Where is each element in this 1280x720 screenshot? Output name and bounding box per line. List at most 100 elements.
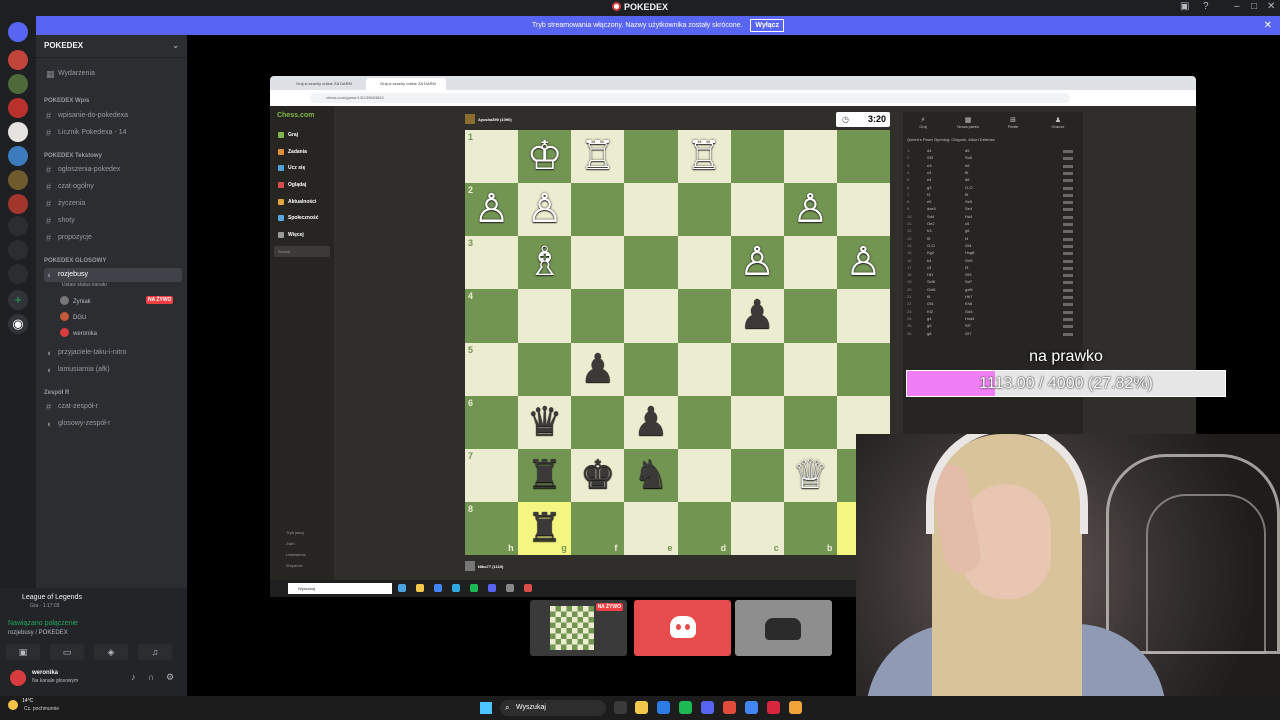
voice-channel[interactable]: ◖ przyjaciele-taku-i-nitro bbox=[44, 346, 182, 360]
white-move[interactable]: d4 bbox=[927, 148, 931, 153]
board-square[interactable] bbox=[783, 130, 837, 184]
voice-channel[interactable]: ◖ lamusiarnia (afk) bbox=[44, 363, 182, 377]
nav-watch[interactable]: Oglądaj bbox=[278, 182, 306, 188]
white-move[interactable]: e5 bbox=[927, 199, 931, 204]
move-row[interactable]: 13. f5 f4 bbox=[907, 236, 1079, 243]
voice-channel[interactable]: ◖ glosowy-zespół-r bbox=[44, 417, 182, 431]
board-square[interactable] bbox=[571, 183, 625, 237]
server-icon[interactable] bbox=[8, 74, 28, 94]
server-icon[interactable] bbox=[8, 194, 28, 214]
white-move[interactable]: Ge2 bbox=[927, 221, 935, 226]
stream-preview-discord[interactable] bbox=[634, 600, 731, 656]
white-move[interactable]: O-O bbox=[927, 243, 935, 248]
weather-widget[interactable]: 14°C bbox=[8, 698, 33, 710]
category-zespol-r[interactable]: Zespół R bbox=[44, 390, 69, 396]
nav-learn[interactable]: Ucz się bbox=[278, 165, 305, 171]
activity-game[interactable]: League of Legends bbox=[8, 594, 82, 601]
board-square[interactable] bbox=[571, 395, 625, 449]
start-button[interactable] bbox=[480, 702, 492, 714]
maximize-button[interactable]: □ bbox=[1251, 1, 1257, 12]
screen-share-icon[interactable]: ▭ bbox=[50, 644, 84, 660]
white-move[interactable]: Sd4 bbox=[927, 214, 934, 219]
server-icon[interactable] bbox=[8, 240, 28, 260]
board-square[interactable] bbox=[624, 130, 678, 184]
white-move[interactable]: Sxf6 bbox=[927, 279, 935, 284]
white-move[interactable]: g5 bbox=[927, 323, 931, 328]
voice-connected-status[interactable]: Nawiązano połączenie bbox=[8, 620, 78, 627]
white-move[interactable]: g4 bbox=[927, 316, 931, 321]
tab-players[interactable]: ♟ Gracze bbox=[1038, 116, 1078, 129]
black-move[interactable]: f6 bbox=[965, 170, 968, 175]
board-square[interactable] bbox=[730, 183, 784, 237]
black-move[interactable]: Hd4 bbox=[965, 214, 972, 219]
white-move[interactable]: h3 bbox=[927, 228, 931, 233]
board-square[interactable] bbox=[677, 342, 731, 396]
white-move[interactable]: b4 bbox=[927, 258, 931, 263]
help-icon[interactable]: ? bbox=[1203, 1, 1209, 12]
black-move[interactable]: Gf4 bbox=[965, 243, 971, 248]
chess-piece[interactable]: ♛ bbox=[518, 396, 571, 449]
chess-piece[interactable]: ♗ bbox=[518, 236, 571, 289]
server-icon[interactable] bbox=[8, 264, 28, 284]
chess-piece[interactable]: ♙ bbox=[518, 183, 571, 236]
move-row[interactable]: 5. e4 d6 bbox=[907, 177, 1079, 184]
nav-social[interactable]: Społeczność bbox=[278, 215, 319, 221]
nav-play[interactable]: Graj bbox=[278, 132, 298, 138]
tab-games[interactable]: ⊞ Partie bbox=[993, 116, 1033, 129]
board-square[interactable] bbox=[571, 289, 625, 343]
server-header[interactable]: POKEDEX ⌄ bbox=[36, 35, 187, 58]
move-row[interactable]: 22. Gf4 Kh8 bbox=[907, 301, 1079, 308]
board-square[interactable] bbox=[783, 342, 837, 396]
chesscom-search-input[interactable]: Szukaj bbox=[274, 246, 330, 257]
soundboard-icon[interactable]: ♫ bbox=[138, 644, 172, 660]
white-move[interactable]: Kf2 bbox=[927, 309, 933, 314]
server-icon[interactable] bbox=[8, 146, 28, 166]
chess-piece[interactable]: ♙ bbox=[465, 183, 518, 236]
white-move[interactable]: e4 bbox=[927, 177, 931, 182]
footer-light-mode[interactable]: Tryb jasny bbox=[286, 530, 304, 535]
board-square[interactable] bbox=[677, 395, 731, 449]
chess-piece[interactable]: ♖ bbox=[571, 130, 624, 183]
stream-preview-car[interactable] bbox=[735, 600, 832, 656]
chess-piece[interactable]: ♔ bbox=[518, 130, 571, 183]
spotify-icon[interactable] bbox=[679, 701, 692, 714]
board-square[interactable] bbox=[730, 342, 784, 396]
white-move[interactable]: f5 bbox=[927, 236, 930, 241]
move-row[interactable]: 16. b4 Ge5 bbox=[907, 258, 1079, 265]
app-icon[interactable] bbox=[767, 701, 780, 714]
chrome-icon[interactable] bbox=[745, 701, 758, 714]
board-square[interactable] bbox=[571, 236, 625, 290]
white-move[interactable]: dxe5 bbox=[927, 206, 936, 211]
move-row[interactable]: 17. c3 f3 bbox=[907, 265, 1079, 272]
white-move[interactable]: Gxf6 bbox=[927, 287, 935, 292]
nav-news[interactable]: Aktualności bbox=[278, 199, 316, 205]
microphone-icon[interactable]: ♪ bbox=[131, 672, 136, 682]
server-icon[interactable] bbox=[8, 98, 28, 118]
move-row[interactable]: 7. f3 f5 bbox=[907, 192, 1079, 199]
board-square[interactable] bbox=[836, 183, 890, 237]
chess-piece[interactable]: ♚ bbox=[571, 449, 624, 502]
white-move[interactable]: f5 bbox=[927, 294, 930, 299]
board-square[interactable] bbox=[624, 289, 678, 343]
board-square[interactable] bbox=[518, 342, 572, 396]
headphones-icon[interactable]: ∩ bbox=[148, 672, 154, 682]
add-server-icon[interactable]: + bbox=[8, 290, 28, 310]
white-move[interactable]: g3 bbox=[927, 185, 931, 190]
chess-piece[interactable]: ♖ bbox=[678, 130, 731, 183]
move-row[interactable]: 24. g4 Hxd4 bbox=[907, 316, 1079, 323]
move-row[interactable]: 15. Kg2 Hxg8 bbox=[907, 250, 1079, 257]
black-move[interactable]: Ge5 bbox=[965, 258, 973, 263]
category-pokedex-wpis[interactable]: POKEDEX Wpis bbox=[44, 98, 89, 104]
voice-connected-channel[interactable]: rozjebusy / POKEDEX bbox=[8, 630, 68, 636]
black-move[interactable]: g6 bbox=[965, 228, 969, 233]
browser-tab[interactable]: Graj w szachy online ZA DARM bbox=[282, 78, 362, 90]
server-icon[interactable] bbox=[8, 170, 28, 190]
board-square[interactable] bbox=[836, 289, 890, 343]
board-square[interactable] bbox=[783, 236, 837, 290]
move-row[interactable]: 21. f5 Hh7 bbox=[907, 294, 1079, 301]
browser-tab-active[interactable]: Graj w szachy online ZA DARM bbox=[366, 78, 446, 90]
chess-board[interactable]: 12345678hgfedcba♔♖♖♙♙♙♗♙♙♟♟♛♟♜♚♞♕♜ bbox=[465, 130, 890, 555]
black-move[interactable]: Kh8 bbox=[965, 301, 972, 306]
voice-channel-rozjebusy[interactable]: ◖ rozjebusy bbox=[44, 268, 182, 282]
move-row[interactable]: 14. O-O Gf4 bbox=[907, 243, 1079, 250]
